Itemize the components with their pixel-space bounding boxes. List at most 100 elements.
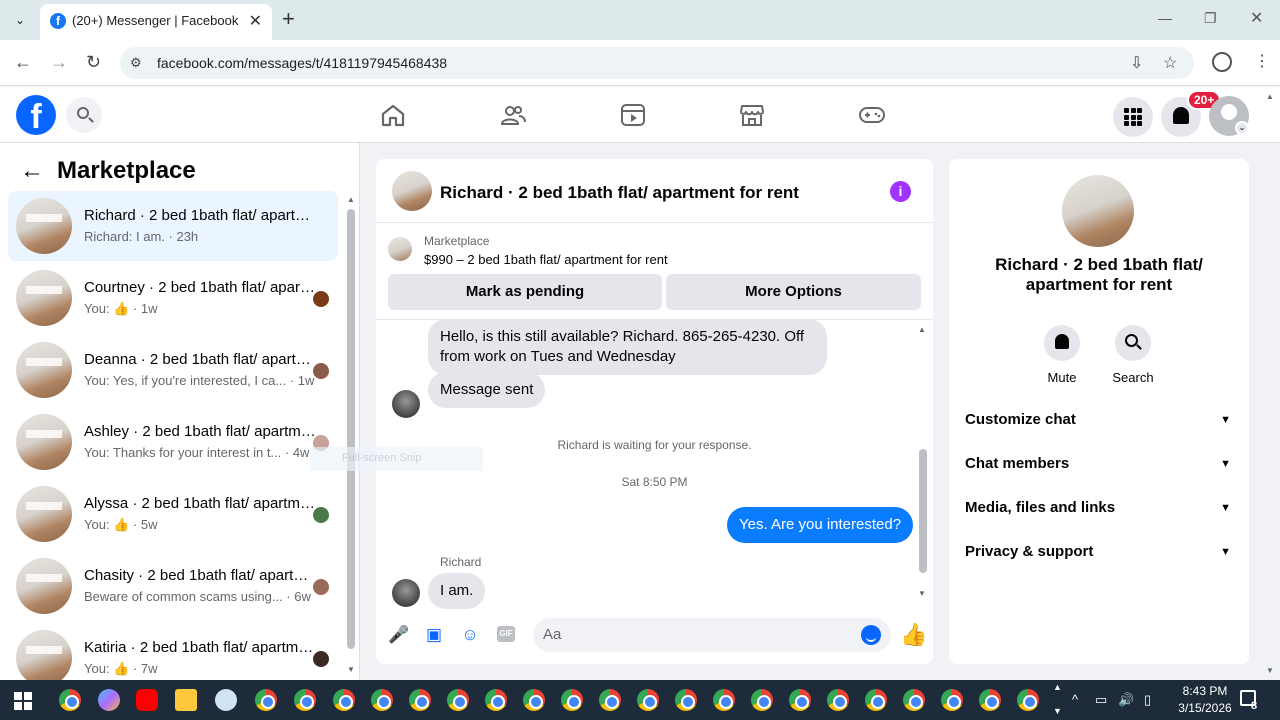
chrome-icon[interactable] [409,689,431,711]
chat-members-section[interactable]: Chat members ▼ [965,452,1235,476]
sender-avatar[interactable] [392,579,420,607]
gaming-icon[interactable] [859,103,885,127]
chrome-icon[interactable] [827,689,849,711]
chrome-icon[interactable] [713,689,735,711]
new-tab-icon[interactable]: + [282,7,295,31]
network-icon[interactable]: ▭ [1095,692,1107,708]
chat-scrollbar[interactable] [919,449,927,573]
tab-search-icon[interactable]: ⌄ [8,8,32,32]
conversation-item[interactable]: Chasity · 2 bed 1bath flat/ apartment fo… [8,551,338,621]
scroll-up-icon[interactable]: ▲ [347,195,355,204]
mark-pending-button[interactable]: Mark as pending [388,274,662,310]
info-icon[interactable]: i [890,181,911,202]
chrome-icon[interactable] [941,689,963,711]
thumbs-up-icon[interactable]: 👍 [900,622,927,648]
photo-icon[interactable]: ▣ [424,625,444,645]
taskbar-clock[interactable]: 8:43 PM 3/15/2026 [1168,683,1242,717]
browser-menu-icon[interactable]: ⋮ [1254,51,1270,71]
media-files-section[interactable]: Media, files and links ▼ [965,496,1235,520]
video-icon[interactable] [620,103,646,127]
message-input[interactable]: Aa [533,618,891,652]
microphone-icon[interactable]: 🎤 [388,625,409,645]
windows-start-icon[interactable] [14,692,32,710]
friends-icon[interactable] [500,103,526,127]
taskbar-scroll-down-icon[interactable]: ▼ [1053,706,1062,716]
reload-icon[interactable]: ↻ [86,52,101,72]
restore-icon[interactable]: ❐ [1204,10,1217,27]
chrome-icon[interactable] [903,689,925,711]
conversation-item[interactable]: Alyssa · 2 bed 1bath flat/ apartment for… [8,479,338,549]
browser-tab[interactable]: f (20+) Messenger | Facebook ✕ [40,4,272,40]
conversation-item[interactable]: Courtney · 2 bed 1bath flat/ apartment f… [8,263,338,333]
chrome-icon[interactable] [1017,689,1039,711]
back-arrow-icon[interactable]: ← [20,157,44,185]
emoji-icon[interactable] [861,625,881,645]
conversation-item[interactable]: Deanna · 2 bed 1bath flat/ apartment for… [8,335,338,405]
listing-price-title[interactable]: $990 – 2 bed 1bath flat/ apartment for r… [424,252,668,267]
message-bubble[interactable]: Hello, is this still available? Richard.… [428,319,827,375]
scroll-down-icon[interactable]: ▼ [347,665,355,674]
chrome-icon[interactable] [485,689,507,711]
tray-overflow-icon[interactable]: ^ [1072,692,1078,707]
message-bubble[interactable]: Message sent [428,372,546,408]
facebook-logo-icon[interactable]: f [16,95,56,136]
sender-avatar[interactable] [392,390,420,418]
more-options-button[interactable]: More Options [666,274,921,310]
page-scroll-up-icon[interactable]: ▲ [1266,92,1274,101]
forward-icon[interactable]: → [50,52,68,72]
chrome-icon[interactable] [294,689,316,711]
facebook-search-button[interactable] [66,97,102,133]
install-app-icon[interactable]: ⇩ [1130,53,1143,73]
marketplace-icon[interactable] [739,103,765,127]
url-text[interactable]: facebook.com/messages/t/4181197945468438 [157,55,447,71]
chrome-icon[interactable] [789,689,811,711]
mute-button[interactable]: Mute [1027,325,1097,385]
copilot-icon[interactable] [98,689,120,711]
chrome-icon[interactable] [333,689,355,711]
youtube-icon[interactable] [136,689,158,711]
home-icon[interactable] [380,103,406,127]
chrome-icon[interactable] [751,689,773,711]
customize-chat-section[interactable]: Customize chat ▼ [965,408,1235,432]
privacy-support-section[interactable]: Privacy & support ▼ [965,540,1235,564]
message-bubble[interactable]: I am. [428,573,486,609]
scroll-up-icon[interactable]: ▲ [918,325,926,334]
chrome-icon[interactable] [255,689,277,711]
chrome-icon[interactable] [865,689,887,711]
chrome-icon[interactable] [979,689,1001,711]
conversation-item[interactable]: Richard · 2 bed 1bath flat/ apartment fo… [8,191,338,261]
outgoing-message-bubble[interactable]: Yes. Are you interested? [727,507,914,543]
conversation-item[interactable]: Ashley · 2 bed 1bath flat/ apartment for… [8,407,338,477]
sticker-icon[interactable]: ☺ [460,625,480,645]
minimize-icon[interactable]: — [1158,10,1172,26]
search-button[interactable]: Search [1098,325,1168,385]
site-info-icon[interactable]: ⚙ [130,55,142,71]
chat-title[interactable]: Richard · 2 bed 1bath flat/ apartment fo… [440,183,799,203]
bookmark-star-icon[interactable]: ☆ [1163,53,1177,73]
browser-profile-icon[interactable] [1212,52,1232,72]
omnibox[interactable]: ⚙ facebook.com/messages/t/41811979454684… [120,47,1194,79]
chrome-icon[interactable] [447,689,469,711]
tab-close-icon[interactable]: ✕ [249,11,262,31]
snipping-tool-icon[interactable] [215,689,237,711]
account-chevron-icon[interactable]: ⌄ [1235,121,1249,135]
file-explorer-icon[interactable] [175,689,197,711]
back-icon[interactable]: ← [14,52,32,72]
chrome-icon[interactable] [675,689,697,711]
chrome-icon[interactable] [59,689,81,711]
conversation-list-scrollbar[interactable] [347,209,355,649]
chrome-icon[interactable] [561,689,583,711]
menu-button[interactable] [1113,97,1153,137]
chrome-icon[interactable] [371,689,393,711]
scroll-down-icon[interactable]: ▼ [918,589,926,598]
chrome-icon[interactable] [637,689,659,711]
battery-icon[interactable]: ▯ [1144,692,1151,708]
chrome-icon[interactable] [523,689,545,711]
volume-icon[interactable]: 🔊 [1118,692,1134,708]
window-close-icon[interactable]: ✕ [1250,8,1263,28]
conversation-item[interactable]: Katiria · 2 bed 1bath flat/ apartment fo… [8,623,338,680]
gif-icon[interactable]: GIF [497,626,515,642]
page-scroll-down-icon[interactable]: ▼ [1266,666,1274,675]
chat-avatar[interactable] [392,171,432,211]
taskbar-scroll-up-icon[interactable]: ▲ [1053,682,1062,692]
